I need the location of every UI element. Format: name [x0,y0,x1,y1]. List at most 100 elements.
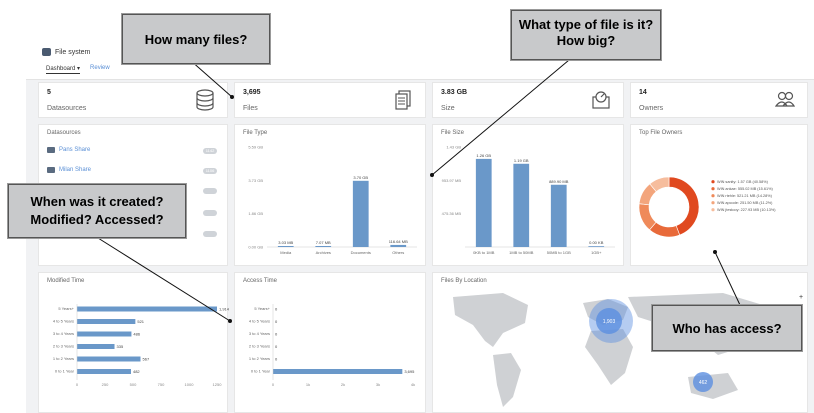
database-icon [196,89,214,111]
y-tick-label: 1 to 2 Years [53,356,74,361]
callout-file-type-size: What type of file is it? How big? [511,10,661,60]
y-tick-label: 1.86 GB [248,211,263,216]
bar [277,246,294,247]
y-tick-label: 4 to 5 Years [249,319,270,324]
data-label: 7.07 MB [316,240,331,245]
share-icon [47,147,55,153]
y-tick-label: 3 to 4 Years [53,331,74,336]
kpi-value: 14 [639,89,647,96]
kpi-datasources: 5 Datasources [38,82,228,118]
datasource-item[interactable]: Pans Share [47,147,90,153]
x-tick-label: Media [280,250,292,255]
top-owners-chart: WIN sanity: 1.57 GB (40.58%) WIN ankae: 5… [638,176,776,238]
data-label: 889.90 MB [549,179,569,184]
bar [390,244,407,247]
bar [315,246,332,247]
panel-title: File Type [243,130,268,136]
legend-marker [711,194,715,198]
datasource-badge: 1106 [203,168,217,174]
x-tick-label: Archives [316,250,331,255]
y-tick-label: 1.43 GB [446,145,461,150]
data-label: 1.26 GB [476,153,491,158]
panel-title: Datasources [47,130,81,136]
datasource-badge: 1142 [203,148,217,154]
data-label: 0 [275,357,278,362]
kpi-label: Files [243,105,258,112]
y-tick-label: 2 to 3 Years [249,344,270,349]
datasource-label: Milan Share [59,167,92,173]
y-tick-label: 4 to 5 Years [53,319,74,324]
legend-label: WIN ankae: 555.02 MB (15.61%) [717,187,773,191]
kpi-label: Datasources [47,105,87,112]
bar [513,163,530,247]
tab-dashboard[interactable]: Dashboard ▾ [46,65,81,74]
x-tick-label: 3k [376,382,380,387]
file-system-icon [42,48,51,56]
y-tick-label: 5 Years+ [254,306,270,311]
size-icon [592,91,610,109]
data-label: 0 [275,307,278,312]
y-tick-label: 0.00 GB [248,245,263,250]
y-tick-label: 0 to 1 Year [55,369,75,374]
bar [352,180,369,247]
callout-how-many-files: How many files? [122,14,270,64]
bubble-label: 1,903 [603,319,616,325]
bar [273,369,403,374]
x-tick-label: Others [392,250,404,255]
y-tick-label: 3 to 4 Years [249,331,270,336]
file-type-panel: File Type 0.00 GB 1.86 GB 3.73 GB 5.59 GB 3.… [234,124,426,266]
x-tick-label: 0KB to 1MB [473,250,495,255]
kpi-value: 3,695 [243,89,261,96]
top-owners-panel: Top File Owners WIN sanity: 1.57 GB (40.… [630,124,808,266]
x-tick-label: 4k [411,382,415,387]
bubble-label: 462 [699,380,708,386]
panel-title: Files By Location [441,278,487,284]
y-tick-label: 2 to 3 Years [53,344,74,349]
data-label: 486 [133,332,140,337]
legend-label: WIN sanity: 1.57 GB (40.58%) [717,180,769,184]
y-tick-label: 5 Years+ [58,306,74,311]
data-label: 116.64 MB [389,239,408,244]
data-label: 567 [143,357,150,362]
y-tick-label: 3.73 GB [248,178,263,183]
data-label: 0 [275,332,278,337]
legend-marker [711,187,715,191]
y-tick-label: 1 to 2 Years [249,356,270,361]
kpi-label: Size [441,105,455,112]
zoom-in-button[interactable]: + [799,294,803,301]
legend-label: WIN apcode: 251.50 MB (11.2%) [717,201,773,205]
x-tick-label: 750 [158,382,165,387]
data-label: 1,914 [219,307,229,312]
users-icon [775,91,795,107]
datasource-badge [203,231,217,237]
callout-created-modified: When was it created? Modified? Accessed? [8,184,186,238]
file-size-panel: File Size 475.36 MB 953.97 MB 1.43 GB 1.26 … [432,124,624,266]
x-tick-label: 0 [76,382,79,387]
tab-bar: Dashboard ▾ Review [46,65,110,74]
datasource-label: Pans Share [59,147,91,153]
data-label: 521 [137,319,144,324]
bar [77,344,115,349]
panel-title: Access Time [243,278,278,284]
access-time-chart: 5 Years+ 0 4 to 5 Years 0 3 to 4 Years 0 2 to … [249,304,415,387]
x-tick-label: 250 [102,382,109,387]
legend-marker [711,180,715,184]
data-label: 1.19 GB [514,158,529,163]
datasource-badge [203,210,217,216]
datasource-item[interactable]: Milan Share [47,167,91,173]
legend-label: WIN jtestooy: 227.93 MB (10.13%) [717,208,776,212]
y-tick-label: 5.59 GB [248,145,263,150]
modified-time-panel: Modified Time 5 Years+ 1,914 4 to 5 Years 5… [38,272,229,413]
data-label: 3,695 [404,369,415,374]
y-tick-label: 953.97 MB [442,178,462,183]
legend-marker [711,201,715,205]
legend-marker [711,208,715,212]
data-label: 3.03 MB [278,240,293,245]
tab-review[interactable]: Review [90,65,110,74]
share-icon [47,167,55,173]
data-label: 0 [275,319,278,324]
kpi-value: 5 [47,89,51,96]
kpi-value: 3.83 GB [441,89,468,96]
x-tick-label: 1MB to 50MB [509,250,534,255]
data-label: 482 [133,369,140,374]
